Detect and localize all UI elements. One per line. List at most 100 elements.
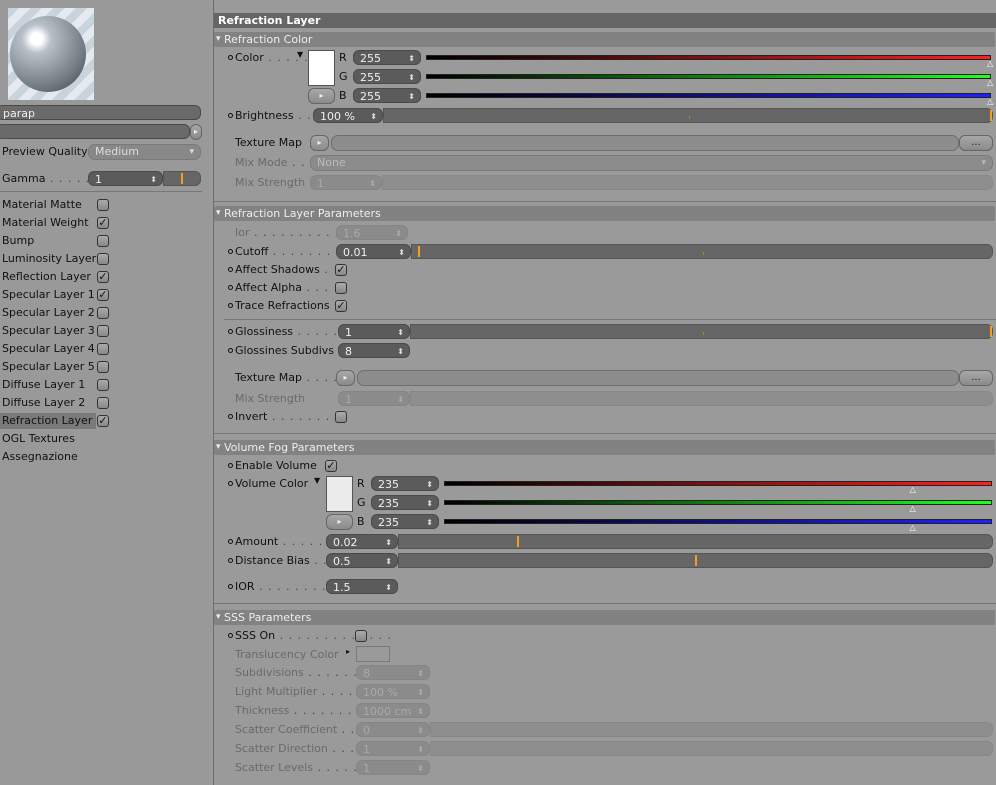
section-refraction-color[interactable]: Refraction Color	[214, 32, 995, 47]
channel-checkbox[interactable]	[97, 307, 109, 319]
keyframe-dot-icon[interactable]	[228, 55, 233, 60]
slider-handle-icon[interactable]: △	[910, 485, 916, 494]
g-value-field[interactable]: 235 ⬍	[371, 495, 439, 510]
gamma-slider[interactable]	[163, 171, 201, 186]
keyframe-dot-icon[interactable]	[228, 463, 233, 468]
keyframe-dot-icon[interactable]	[228, 303, 233, 308]
keyframe-dot-icon[interactable]	[228, 633, 233, 638]
glossiness-texture-slot[interactable]	[357, 370, 959, 386]
keyframe-dot-icon[interactable]	[228, 249, 233, 254]
spinner-arrows-icon[interactable]: ⬍	[426, 496, 433, 511]
spinner-arrows-icon[interactable]: ⬍	[408, 70, 415, 85]
channel-checkbox[interactable]	[97, 379, 109, 391]
fog-ior-field[interactable]: 1.5 ⬍	[326, 579, 398, 594]
spinner-arrows-icon[interactable]: ⬍	[426, 477, 433, 492]
channel-checkbox[interactable]	[97, 397, 109, 409]
g-color-slider[interactable]	[426, 74, 991, 79]
slider-handle-icon[interactable]: △	[987, 78, 993, 87]
color-expand-button[interactable]: ▸	[326, 514, 353, 530]
keyframe-dot-icon[interactable]	[228, 481, 233, 486]
b-color-slider[interactable]	[426, 93, 991, 98]
r-value-field[interactable]: 235 ⬍	[371, 476, 439, 491]
keyframe-dot-icon[interactable]	[228, 113, 233, 118]
slider-handle-icon[interactable]: △	[987, 59, 993, 68]
texture-map-slot[interactable]	[331, 135, 959, 151]
gamma-field[interactable]: 1 ⬍	[88, 171, 163, 186]
keyframe-dot-icon[interactable]	[228, 539, 233, 544]
channel-item[interactable]: Specular Layer 1	[0, 287, 96, 303]
expand-arrow-icon[interactable]: ▸	[346, 647, 350, 656]
channel-checkbox[interactable]: ✓	[97, 415, 109, 427]
keyframe-dot-icon[interactable]	[228, 414, 233, 419]
channel-checkbox[interactable]	[97, 361, 109, 373]
distance-bias-slider[interactable]	[398, 553, 993, 568]
spinner-arrows-icon[interactable]: ⬍	[395, 226, 402, 241]
brightness-slider[interactable]	[383, 108, 993, 123]
spinner-arrows-icon[interactable]: ⬍	[417, 666, 424, 681]
texture-browse-button[interactable]: ...	[959, 135, 993, 151]
section-refraction-params[interactable]: Refraction Layer Parameters	[214, 206, 995, 221]
channel-checkbox[interactable]	[97, 325, 109, 337]
section-volume-fog[interactable]: Volume Fog Parameters	[214, 440, 995, 455]
brightness-field[interactable]: 100 % ⬍	[313, 108, 383, 123]
keyframe-dot-icon[interactable]	[228, 285, 233, 290]
spinner-arrows-icon[interactable]: ⬍	[417, 704, 424, 719]
spinner-arrows-icon[interactable]: ⬍	[369, 176, 376, 191]
cutoff-field[interactable]: 0.01 ⬍	[336, 244, 411, 259]
color-expand-button[interactable]: ▸	[308, 88, 335, 104]
channel-item[interactable]: Specular Layer 4	[0, 341, 96, 357]
spinner-arrows-icon[interactable]: ⬍	[398, 245, 405, 260]
material-name-field[interactable]: parap	[0, 105, 201, 120]
slider-handle[interactable]	[517, 536, 520, 547]
channel-checkbox[interactable]: ✓	[97, 217, 109, 229]
material-path-button[interactable]: ▸	[190, 124, 202, 140]
glossiness-subdivs-field[interactable]: 8 ⬍	[338, 343, 410, 358]
channel-item[interactable]: Bump	[0, 233, 96, 249]
spinner-arrows-icon[interactable]: ⬍	[408, 51, 415, 66]
spinner-arrows-icon[interactable]: ⬍	[385, 580, 392, 595]
channel-checkbox[interactable]	[97, 253, 109, 265]
b-value-field[interactable]: 255 ⬍	[353, 88, 421, 103]
channel-item[interactable]: Diffuse Layer 1	[0, 377, 96, 393]
channel-checkbox[interactable]	[97, 343, 109, 355]
glossiness-slider[interactable]	[410, 324, 993, 339]
slider-handle[interactable]	[990, 326, 992, 337]
keyframe-dot-icon[interactable]	[228, 348, 233, 353]
spinner-arrows-icon[interactable]: ⬍	[408, 89, 415, 104]
spinner-arrows-icon[interactable]: ⬍	[385, 535, 392, 550]
spinner-arrows-icon[interactable]: ⬍	[397, 344, 404, 359]
amount-slider[interactable]	[398, 534, 993, 549]
slider-handle[interactable]	[990, 110, 992, 121]
color-picker-arrow-icon[interactable]: ▼	[314, 476, 320, 485]
material-path-field[interactable]	[0, 124, 190, 139]
channel-checkbox[interactable]	[97, 199, 109, 211]
g-value-field[interactable]: 255 ⬍	[353, 69, 421, 84]
keyframe-dot-icon[interactable]	[228, 584, 233, 589]
channel-item[interactable]: Assegnazione	[0, 449, 96, 465]
spinner-arrows-icon[interactable]: ⬍	[385, 554, 392, 569]
enable-volume-checkbox[interactable]: ✓	[325, 460, 337, 472]
spinner-arrows-icon[interactable]: ⬍	[417, 723, 424, 738]
channel-item[interactable]: Diffuse Layer 2	[0, 395, 96, 411]
cutoff-slider[interactable]	[411, 244, 993, 259]
slider-handle[interactable]	[694, 555, 697, 566]
channel-item[interactable]: Luminosity Layer	[0, 251, 96, 267]
b-value-field[interactable]: 235 ⬍	[371, 514, 439, 529]
channel-item[interactable]: Reflection Layer	[0, 269, 96, 285]
texture-expand-button[interactable]: ▸	[310, 135, 329, 151]
channel-item[interactable]: OGL Textures	[0, 431, 96, 447]
glossiness-field[interactable]: 1 ⬍	[338, 324, 410, 339]
spinner-arrows-icon[interactable]: ⬍	[370, 109, 377, 124]
channel-item[interactable]: Material Matte	[0, 197, 96, 213]
channel-checkbox[interactable]	[97, 235, 109, 247]
slider-handle-icon[interactable]: △	[910, 504, 916, 513]
texture-expand-button[interactable]: ▸	[336, 370, 355, 386]
keyframe-dot-icon[interactable]	[228, 558, 233, 563]
slider-handle-icon[interactable]: △	[987, 97, 993, 106]
slider-handle[interactable]	[417, 246, 420, 257]
material-preview[interactable]	[8, 8, 94, 100]
spinner-arrows-icon[interactable]: ⬍	[397, 392, 404, 407]
color-swatch[interactable]	[308, 50, 335, 86]
spinner-arrows-icon[interactable]: ⬍	[417, 761, 424, 776]
slider-handle-icon[interactable]: △	[910, 523, 916, 532]
